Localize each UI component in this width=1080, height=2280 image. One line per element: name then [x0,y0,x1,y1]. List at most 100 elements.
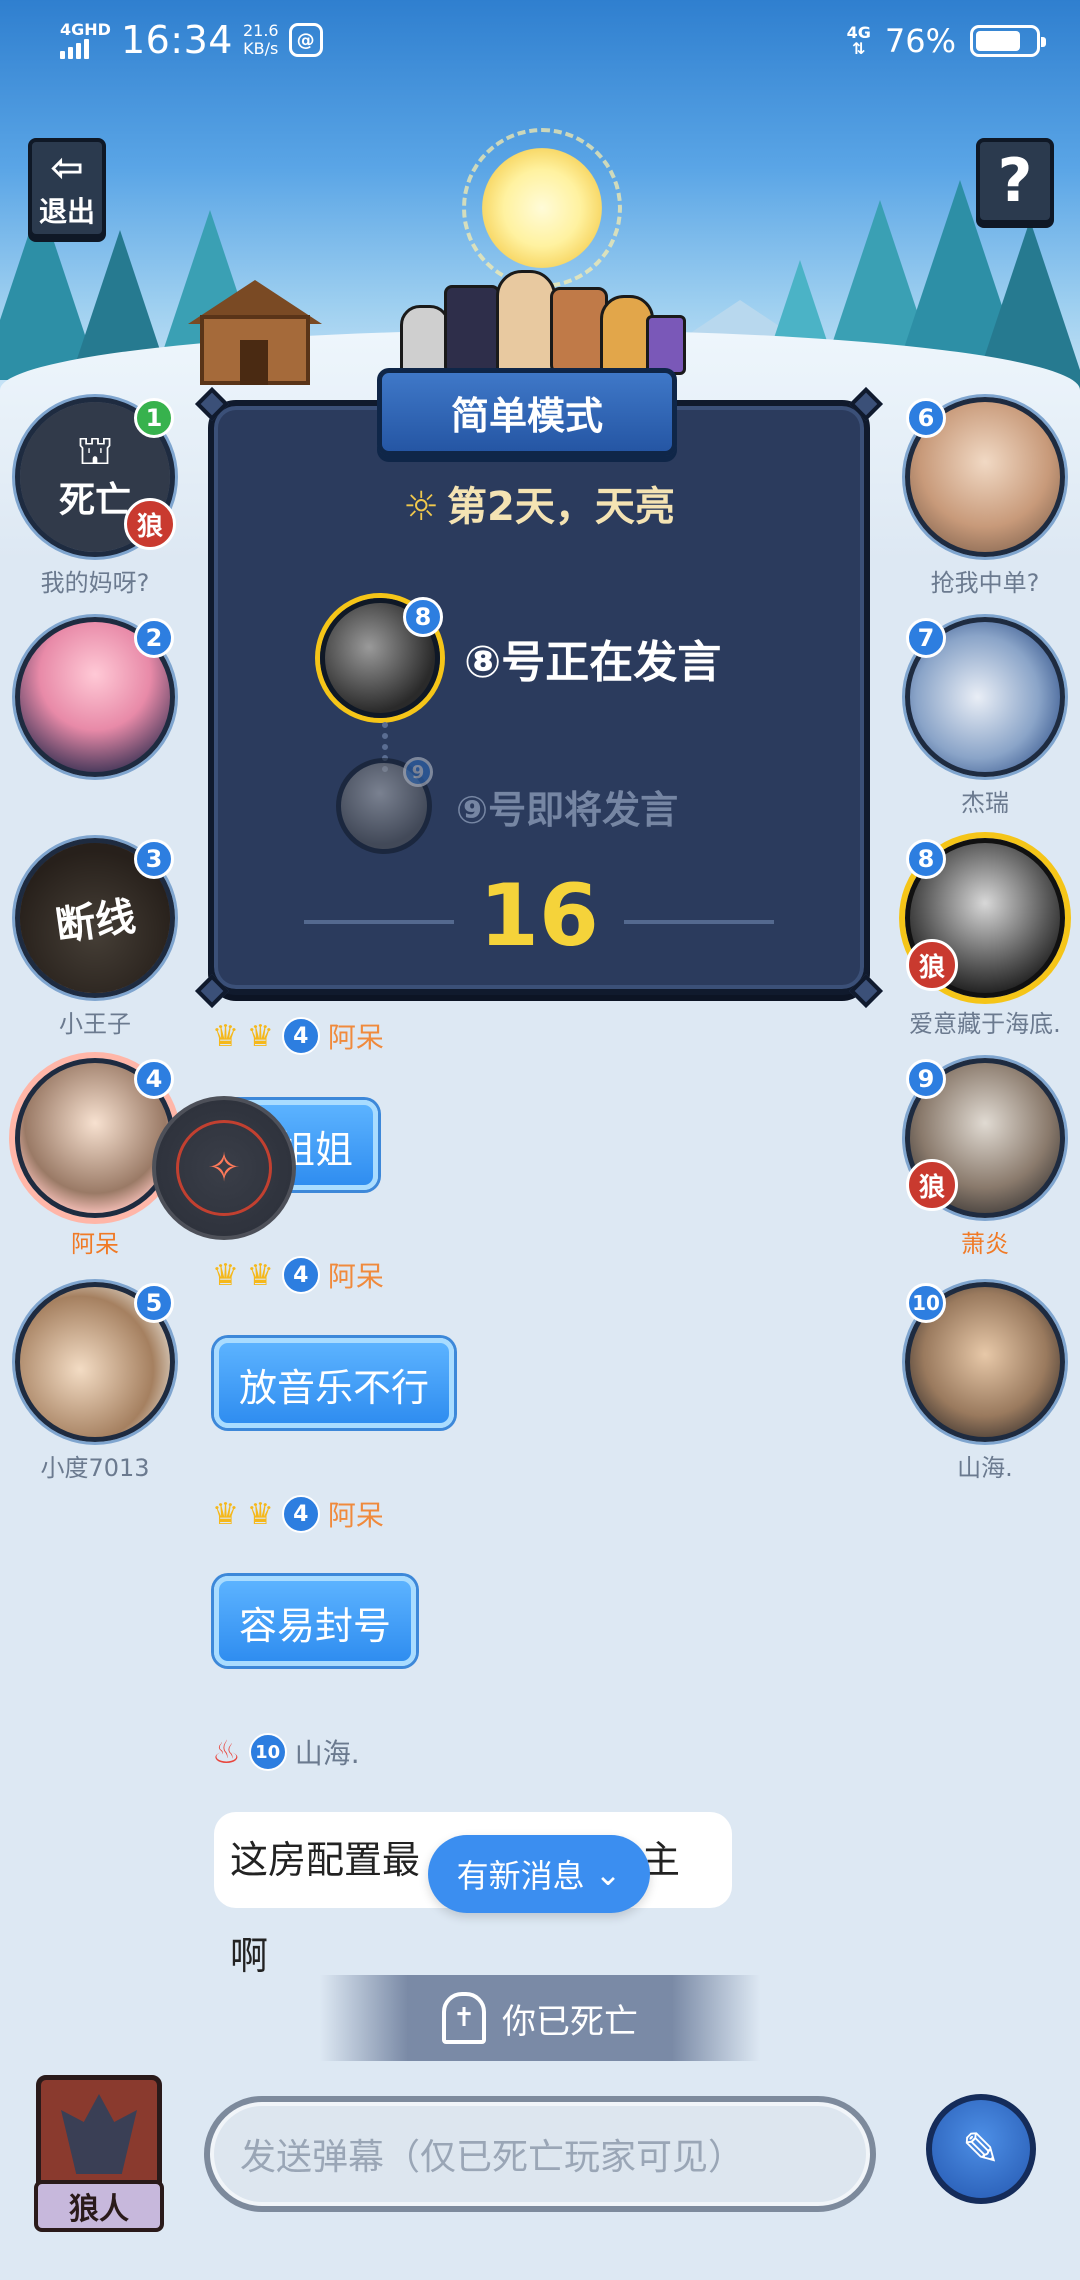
next-speaker: 9 ⑨号即将发言 [336,757,679,854]
help-button[interactable]: ? [976,138,1054,224]
dead-status-text: 你已死亡 [502,2001,638,2042]
sun-icon [482,148,602,268]
player-name: 爱意藏于海底. [909,1010,1061,1038]
battery-icon [970,25,1046,57]
crown-icon: ♛ [246,1496,274,1532]
sender-seat-badge: 4 [281,1495,320,1533]
network-speed-unit: KB/s [243,39,279,58]
player-seat-3[interactable]: 断线 3 小王子 [10,833,180,1039]
player-name: 小王子 [59,1010,131,1038]
player-seat-1[interactable]: ⛫ 死亡 1 狼 我的妈呀? [10,397,180,598]
character-group-illustration [400,265,690,375]
clock: 16:34 [120,18,233,62]
tombstone-icon: ✝ [442,1992,486,2044]
player-seat-2[interactable]: 2 [10,617,180,783]
status-right: 4G ⇅ 76% [847,22,1046,60]
constellation-icon: ✧ [176,1120,272,1216]
timer-decoration [624,920,774,924]
sender-name: 山海. [294,1737,360,1770]
notification-app-icon: @ [288,23,323,57]
current-speaker-text: ⑧号正在发言 [464,637,722,688]
sender-name: 阿呆 [327,1499,384,1532]
day-status: ☼ 第2天，天亮 [214,474,864,532]
cabin-door [240,340,268,385]
player-number-badge: 8 [906,839,946,879]
player-number-badge: 5 [134,1283,174,1323]
player-avatar: 9 狼 [905,1058,1065,1218]
sender-seat-badge: 4 [281,1256,320,1294]
sender-name: 阿呆 [327,1021,384,1054]
exit-button[interactable]: ⇦ 退出 [28,138,106,238]
status-bar: 4GHD 16:34 21.6 KB/s @ 4G ⇅ 76% [0,0,1080,84]
barrage-input[interactable]: 发送弹幕（仅已死亡玩家可见） [204,2096,876,2212]
player-seat-10[interactable]: 10 山海. [900,1282,1070,1483]
crown-icon: ♛ [212,1496,239,1532]
chat-sender-row: ♛ ♛ 4 阿呆 [212,1494,384,1534]
next-speaker-text: ⑨号即将发言 [456,787,679,832]
player-avatar: 6 [905,397,1065,557]
chat-bubble: 容易封号 [214,1576,417,1666]
player-number-badge: 7 [906,618,946,658]
crown-icon: ♛ [212,1257,239,1293]
chat-sender-row: ♛ ♛ 4 阿呆 [212,1016,384,1056]
floating-assistant-button[interactable]: ✧ [152,1096,296,1240]
player-avatar: 5 [15,1282,175,1442]
player-name: 杰瑞 [961,789,1009,817]
send-barrage-button[interactable]: ✎ [926,2094,1036,2204]
player-number-badge: 10 [906,1283,946,1323]
board-corner [849,974,883,1008]
role-label: 狼人 [34,2180,164,2232]
player-name: 抢我中单? [930,569,1040,597]
player-seat-6[interactable]: 6 抢我中单? [900,397,1070,598]
role-card[interactable]: 狼人 [34,2075,164,2232]
new-messages-label: 有新消息 [456,1857,585,1895]
player-seat-9[interactable]: 9 狼 萧炎 [900,1058,1070,1259]
speaking-timer: 16 [479,866,599,966]
player-name: 我的妈呀? [40,569,150,597]
player-seat-5[interactable]: 5 小度7013 [10,1282,180,1483]
current-speaker: 8 ⑧号正在发言 [320,597,722,718]
network-type-label: 4GHD [60,20,111,39]
werewolf-tag: 狼 [906,1159,958,1211]
chat-bubble: 放音乐不行 [214,1338,455,1428]
crown-icon: ♛ [212,1018,239,1054]
current-speaker-number: 8 [403,597,443,637]
player-name: 山海. [957,1454,1013,1482]
chat-sender-row: ♨ 10 山海. [212,1732,360,1772]
player-number-badge: 3 [134,839,174,879]
player-avatar: 2 [15,617,175,777]
player-seat-7[interactable]: 7 杰瑞 [900,617,1070,818]
day-status-text: 第2天，天亮 [447,484,675,530]
player-avatar: ⛫ 死亡 1 狼 [15,397,176,557]
signal-bars-icon [60,37,111,59]
crown-icon: ♛ [246,1257,274,1293]
player-number-badge: 9 [906,1059,946,1099]
player-avatar: 10 [905,1282,1065,1442]
player-avatar: 4 [15,1058,175,1218]
battery-percentage: 76% [884,22,956,60]
board-corner [195,974,229,1008]
werewolf-icon [61,2094,137,2174]
player-avatar: 7 [905,617,1065,777]
next-speaker-avatar: 9 [336,757,433,854]
sender-seat-badge: 10 [248,1733,287,1771]
game-status-board: ☼ 第2天，天亮 8 ⑧号正在发言 9 ⑨号即将发言 16 [195,387,883,1008]
crown-icon: ♛ [246,1018,274,1054]
new-messages-button[interactable]: 有新消息 ⌄ [428,1835,650,1913]
werewolf-tag: 狼 [124,498,176,550]
player-number-badge: 6 [906,398,946,438]
cellular-signal: 4GHD [60,21,111,59]
sun-icon: ☼ [403,484,439,530]
chat-sender-row: ♛ ♛ 4 阿呆 [212,1255,384,1295]
player-seat-8[interactable]: 8 狼 爱意藏于海底. [900,838,1070,1039]
sender-seat-badge: 4 [281,1017,320,1055]
chevron-down-icon: ⌄ [594,1855,622,1893]
player-name: 萧炎 [961,1230,1009,1258]
exit-icon: ⇦ [50,145,84,191]
fire-icon: ♨ [212,1733,241,1771]
player-name: 小度7013 [40,1454,150,1482]
sender-name: 阿呆 [327,1260,384,1293]
player-number-badge: 2 [134,618,174,658]
dead-status-banner: ✝ 你已死亡 [320,1975,760,2061]
player-avatar: 8 狼 [905,838,1065,998]
